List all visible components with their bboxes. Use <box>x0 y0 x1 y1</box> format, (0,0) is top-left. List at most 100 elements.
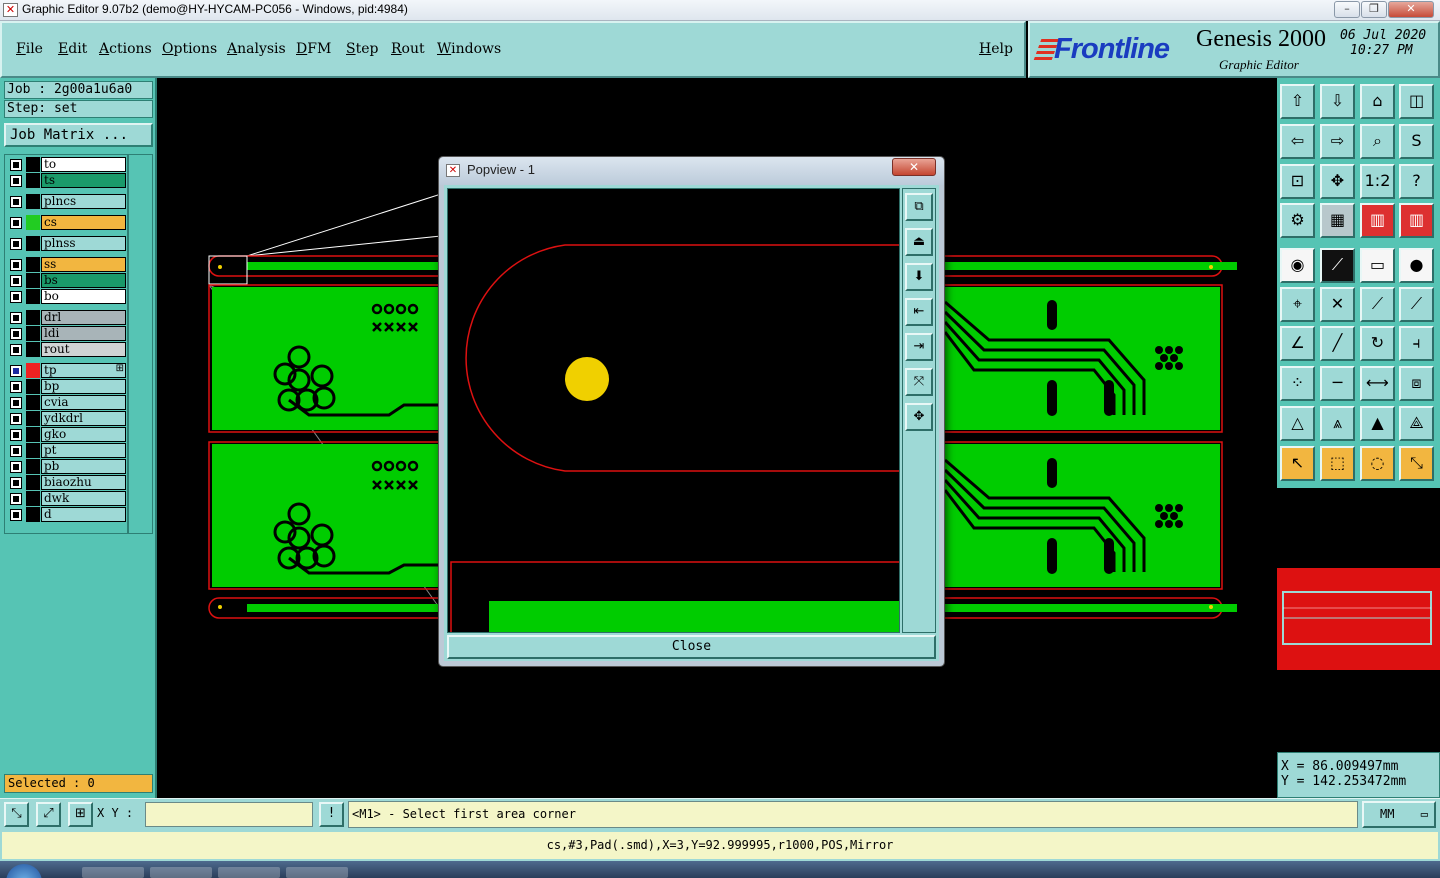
layer-checkbox[interactable] <box>10 291 22 303</box>
layer-row-cs[interactable]: cs <box>7 215 126 230</box>
xy-input[interactable] <box>145 802 313 827</box>
layer-checkbox[interactable] <box>10 259 22 271</box>
layer-checkbox[interactable] <box>10 238 22 250</box>
menu-actions[interactable]: Actions <box>99 41 152 57</box>
layer-row-drl[interactable]: drl <box>7 310 126 325</box>
layer-color-swatch[interactable] <box>26 289 40 304</box>
home-icon[interactable]: ⌂ <box>1360 84 1395 119</box>
layer-name[interactable]: to <box>41 157 126 172</box>
grid-snap-icon[interactable]: ⊞ <box>68 802 93 827</box>
layer-row-tp[interactable]: tp ⊞ <box>7 363 126 378</box>
layer-color-swatch[interactable] <box>26 491 40 506</box>
layer-name[interactable]: rout <box>41 342 126 357</box>
snap-settings-icon[interactable]: ⚙ <box>1280 203 1315 238</box>
layer-name[interactable]: cs <box>41 215 126 230</box>
help-icon[interactable]: ? <box>1399 164 1434 199</box>
close-window-button[interactable]: ✕ <box>1388 1 1434 18</box>
mini-map[interactable] <box>1277 488 1440 752</box>
pan-right-icon[interactable]: ⇨ <box>1320 124 1355 159</box>
one-to-two-icon[interactable]: 1:2 <box>1360 164 1395 199</box>
pan-down-icon[interactable]: ⇩ <box>1320 84 1355 119</box>
diagonal-icon[interactable]: ╱ <box>1320 326 1355 361</box>
layer-row-ss[interactable]: ss <box>7 257 126 272</box>
select-move-icon[interactable]: ⤡ <box>1399 446 1434 481</box>
triangle-bold-icon[interactable]: ▲ <box>1360 406 1395 441</box>
layer-row-ts[interactable]: ts <box>7 173 126 188</box>
layer-color-swatch[interactable] <box>26 507 40 522</box>
connect-icon[interactable]: ⌖ <box>1280 287 1315 322</box>
layer-name[interactable]: dwk <box>41 491 126 506</box>
layer-color-swatch[interactable] <box>26 342 40 357</box>
layer-row-pb[interactable]: pb <box>7 459 126 474</box>
layer-name[interactable]: bp <box>41 379 126 394</box>
layer-checkbox[interactable] <box>10 413 22 425</box>
layer-color-swatch[interactable] <box>26 427 40 442</box>
layer-row-d[interactable]: d <box>7 507 126 522</box>
layer-row-ydkdrl[interactable]: ydkdrl <box>7 411 126 426</box>
angle-icon[interactable]: ∠ <box>1280 326 1315 361</box>
layer-row-plncs[interactable]: plncs <box>7 194 126 209</box>
pad-icon[interactable]: ◉ <box>1280 248 1315 283</box>
menu-dfm[interactable]: DFM <box>296 41 331 57</box>
layer-row-rout[interactable]: rout <box>7 342 126 357</box>
layer-color-swatch[interactable] <box>26 173 40 188</box>
layer-list-scrollbar[interactable] <box>128 154 153 534</box>
layer-checkbox[interactable] <box>10 397 22 409</box>
pan-down-icon[interactable]: ⬇ <box>905 263 933 291</box>
layer-name[interactable]: cvia <box>41 395 126 410</box>
layer-color-swatch[interactable] <box>26 475 40 490</box>
pan-left-icon[interactable]: ⇦ <box>1280 124 1315 159</box>
menu-file[interactable]: File <box>16 41 43 57</box>
layer-checkbox[interactable] <box>10 275 22 287</box>
zoom-out-icon[interactable]: ⤧ <box>905 368 933 396</box>
layer-row-cvia[interactable]: cvia <box>7 395 126 410</box>
layer-name[interactable]: bs <box>41 273 126 288</box>
layer-name[interactable]: ldi <box>41 326 126 341</box>
layer-name[interactable]: pb <box>41 459 126 474</box>
layer-color-swatch[interactable] <box>26 215 40 230</box>
layer-name[interactable]: pt <box>41 443 126 458</box>
circle-icon[interactable]: ● <box>1399 248 1434 283</box>
taskbar-item[interactable] <box>218 867 280 878</box>
layer-row-to[interactable]: to <box>7 157 126 172</box>
layer-checkbox[interactable] <box>10 312 22 324</box>
layer-color-swatch[interactable] <box>26 395 40 410</box>
triangle-icon[interactable]: △ <box>1280 406 1315 441</box>
layer-name[interactable]: ss <box>41 257 126 272</box>
layer-name[interactable]: gko <box>41 427 126 442</box>
job-matrix-button[interactable]: Job Matrix ... <box>4 123 153 147</box>
layers-red-icon[interactable]: ▥ <box>1360 203 1395 238</box>
layer-color-swatch[interactable] <box>26 310 40 325</box>
zoom-box-icon[interactable]: ⌕ <box>1360 124 1395 159</box>
layer-color-swatch[interactable] <box>26 157 40 172</box>
minimize-button[interactable]: – <box>1334 1 1360 18</box>
layer-checkbox[interactable] <box>10 175 22 187</box>
layer-row-bs[interactable]: bs <box>7 273 126 288</box>
layer-checkbox[interactable] <box>10 493 22 505</box>
split-icon[interactable]: ⫞ <box>1399 326 1434 361</box>
select-circle-icon[interactable]: ◌ <box>1360 446 1395 481</box>
menu-options[interactable]: Options <box>162 41 217 57</box>
slope-red-icon[interactable]: ⟋ <box>1399 287 1434 322</box>
popview-canvas[interactable] <box>447 188 900 633</box>
triangle-up-icon[interactable]: ⩓ <box>1320 406 1355 441</box>
popview-close-button[interactable]: Close <box>447 635 936 659</box>
layer-checkbox[interactable] <box>10 445 22 457</box>
triangle-split-icon[interactable]: ⟁ <box>1399 406 1434 441</box>
layer-name[interactable]: plncs <box>41 194 126 209</box>
measure-icon[interactable]: ⟷ <box>1360 366 1395 401</box>
menu-windows[interactable]: Windows <box>437 41 501 57</box>
layer-checkbox[interactable] <box>10 328 22 340</box>
menu-step[interactable]: Step <box>346 41 378 57</box>
zoom-in-icon[interactable]: ✥ <box>905 403 933 431</box>
layer-checkbox[interactable] <box>10 461 22 473</box>
layer-row-bp[interactable]: bp <box>7 379 126 394</box>
layer-checkbox[interactable] <box>10 344 22 356</box>
zoom-area-icon[interactable]: ⤡ <box>4 802 29 827</box>
popview-close-icon[interactable]: ✕ <box>892 158 936 176</box>
layer-color-swatch[interactable] <box>26 459 40 474</box>
cross-icon[interactable]: ✕ <box>1320 287 1355 322</box>
taskbar-item[interactable] <box>150 867 212 878</box>
taskbar-item[interactable] <box>286 867 348 878</box>
popview-titlebar[interactable]: ✕ Popview - 1 ✕ <box>439 157 944 185</box>
